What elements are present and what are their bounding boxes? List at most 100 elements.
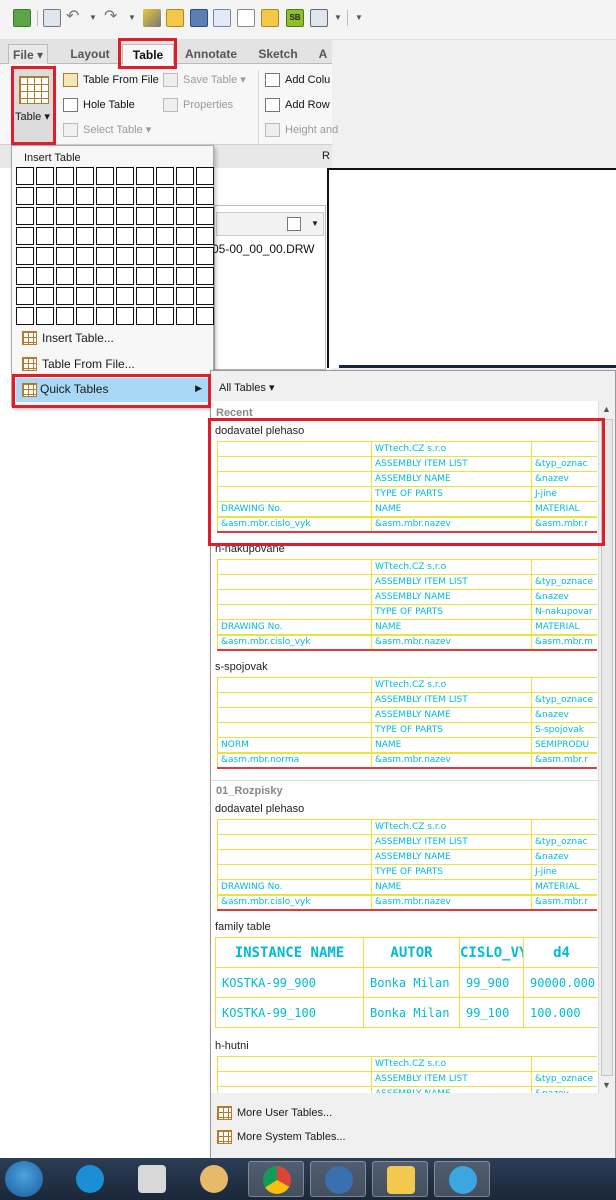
insert-grid-cell[interactable]	[96, 227, 114, 245]
family-table-preview[interactable]: INSTANCE NAMEAUTORCISLO_VYKd4 KOSTKA-99_9…	[215, 937, 599, 1028]
insert-grid-cell[interactable]	[56, 247, 74, 265]
all-tables-filter[interactable]: All Tables ▾	[219, 381, 274, 394]
tab-file[interactable]: File ▾	[8, 44, 48, 64]
insert-grid-cell[interactable]	[96, 307, 114, 325]
drawing-file-name[interactable]: 05-00_00_00.DRW	[212, 242, 315, 256]
open-icon[interactable]	[261, 9, 279, 27]
insert-grid-cell[interactable]	[96, 167, 114, 185]
insert-grid-cell[interactable]	[76, 267, 94, 285]
insert-table-menu-item[interactable]: Insert Table...	[22, 327, 114, 349]
insert-grid-cell[interactable]	[76, 307, 94, 325]
insert-grid-cell[interactable]	[136, 267, 154, 285]
scroll-thumb[interactable]	[601, 419, 613, 1076]
insert-grid-cell[interactable]	[116, 247, 134, 265]
edit-icon[interactable]	[143, 9, 161, 27]
insert-grid-cell[interactable]	[96, 187, 114, 205]
insert-grid-cell[interactable]	[36, 267, 54, 285]
insert-table-grid[interactable]	[15, 166, 215, 326]
insert-grid-cell[interactable]	[116, 227, 134, 245]
insert-grid-cell[interactable]	[196, 247, 214, 265]
quick-table-preview[interactable]: WTtech.CZ s.r.o ASSEMBLY ITEM LIST &typ_oz…	[217, 1056, 597, 1093]
undo-dropdown-icon[interactable]: ▼	[89, 13, 97, 22]
insert-grid-cell[interactable]	[116, 287, 134, 305]
quick-table-preview[interactable]: WTtech.CZ s.r.o ASSEMBLY ITEM LIST &typ_oz…	[217, 677, 597, 769]
start-button[interactable]	[5, 1161, 43, 1197]
insert-grid-cell[interactable]	[36, 307, 54, 325]
insert-grid-cell[interactable]	[196, 267, 214, 285]
add-row-button[interactable]: Add Row	[265, 96, 330, 114]
insert-grid-cell[interactable]	[176, 287, 194, 305]
insert-grid-cell[interactable]	[76, 207, 94, 225]
hole-table-button[interactable]: Hole Table	[63, 96, 135, 114]
quick-tables-list[interactable]: Recent dodavatel plehaso WTtech.CZ s.r.o AS…	[211, 401, 599, 1093]
insert-grid-cell[interactable]	[56, 307, 74, 325]
tab-annotate[interactable]: Annotate	[180, 44, 242, 64]
insert-grid-cell[interactable]	[176, 167, 194, 185]
insert-grid-cell[interactable]	[36, 227, 54, 245]
height-and-width-button[interactable]: Height and	[265, 121, 338, 139]
insert-grid-cell[interactable]	[16, 187, 34, 205]
save-table-button[interactable]: Save Table ▾	[163, 71, 246, 89]
insert-grid-cell[interactable]	[156, 267, 174, 285]
insert-grid-cell[interactable]	[176, 307, 194, 325]
tab-layout[interactable]: Layout	[64, 44, 116, 64]
regenerate-icon[interactable]	[43, 9, 61, 27]
taskbar-paint[interactable]	[186, 1161, 242, 1197]
insert-grid-cell[interactable]	[96, 247, 114, 265]
undo-icon[interactable]: ↶	[66, 9, 84, 27]
insert-grid-cell[interactable]	[156, 287, 174, 305]
insert-grid-cell[interactable]	[196, 207, 214, 225]
insert-grid-cell[interactable]	[36, 247, 54, 265]
insert-grid-cell[interactable]	[76, 287, 94, 305]
insert-grid-cell[interactable]	[136, 207, 154, 225]
insert-grid-cell[interactable]	[116, 267, 134, 285]
sb-icon[interactable]: SB	[286, 9, 304, 27]
select-table-button[interactable]: Select Table ▾	[63, 121, 151, 139]
insert-grid-cell[interactable]	[56, 267, 74, 285]
insert-grid-cell[interactable]	[196, 287, 214, 305]
redo-icon[interactable]: ↷	[104, 9, 122, 27]
windows-icon[interactable]	[310, 9, 328, 27]
save-copy-icon[interactable]	[213, 9, 231, 27]
insert-grid-cell[interactable]	[156, 207, 174, 225]
more-system-tables-item[interactable]: More System Tables...	[217, 1127, 346, 1147]
insert-grid-cell[interactable]	[196, 307, 214, 325]
insert-grid-cell[interactable]	[136, 187, 154, 205]
insert-grid-cell[interactable]	[76, 187, 94, 205]
insert-grid-cell[interactable]	[116, 207, 134, 225]
insert-grid-cell[interactable]	[76, 167, 94, 185]
insert-grid-cell[interactable]	[156, 227, 174, 245]
taskbar-chrome[interactable]	[248, 1161, 304, 1197]
open-folder-icon[interactable]	[166, 9, 184, 27]
insert-grid-cell[interactable]	[176, 247, 194, 265]
insert-grid-cell[interactable]	[176, 207, 194, 225]
insert-grid-cell[interactable]	[16, 167, 34, 185]
insert-grid-cell[interactable]	[156, 307, 174, 325]
insert-grid-cell[interactable]	[76, 247, 94, 265]
insert-grid-cell[interactable]	[156, 167, 174, 185]
new-file-icon[interactable]	[237, 9, 255, 27]
insert-grid-cell[interactable]	[116, 187, 134, 205]
taskbar-explorer[interactable]	[372, 1161, 428, 1197]
tree-settings-icon[interactable]	[287, 217, 301, 231]
tab-sketch[interactable]: Sketch	[250, 44, 306, 64]
insert-grid-cell[interactable]	[96, 287, 114, 305]
insert-grid-cell[interactable]	[16, 307, 34, 325]
insert-grid-cell[interactable]	[196, 187, 214, 205]
tab-more[interactable]: A	[314, 44, 332, 64]
taskbar-creo[interactable]	[434, 1161, 490, 1197]
insert-grid-cell[interactable]	[36, 187, 54, 205]
insert-grid-cell[interactable]	[16, 227, 34, 245]
quick-tables-scrollbar[interactable]: ▲ ▼	[598, 401, 615, 1093]
scroll-up-icon[interactable]: ▲	[602, 404, 611, 414]
insert-grid-cell[interactable]	[136, 167, 154, 185]
windows-dropdown-icon[interactable]: ▼	[334, 13, 342, 22]
insert-grid-cell[interactable]	[116, 167, 134, 185]
tree-dropdown-icon[interactable]: ▼	[311, 219, 319, 228]
insert-grid-cell[interactable]	[36, 167, 54, 185]
app-menu-icon[interactable]	[13, 9, 31, 27]
customize-toolbar-icon[interactable]: ▼	[355, 13, 363, 22]
insert-grid-cell[interactable]	[156, 187, 174, 205]
insert-grid-cell[interactable]	[116, 307, 134, 325]
insert-grid-cell[interactable]	[196, 227, 214, 245]
